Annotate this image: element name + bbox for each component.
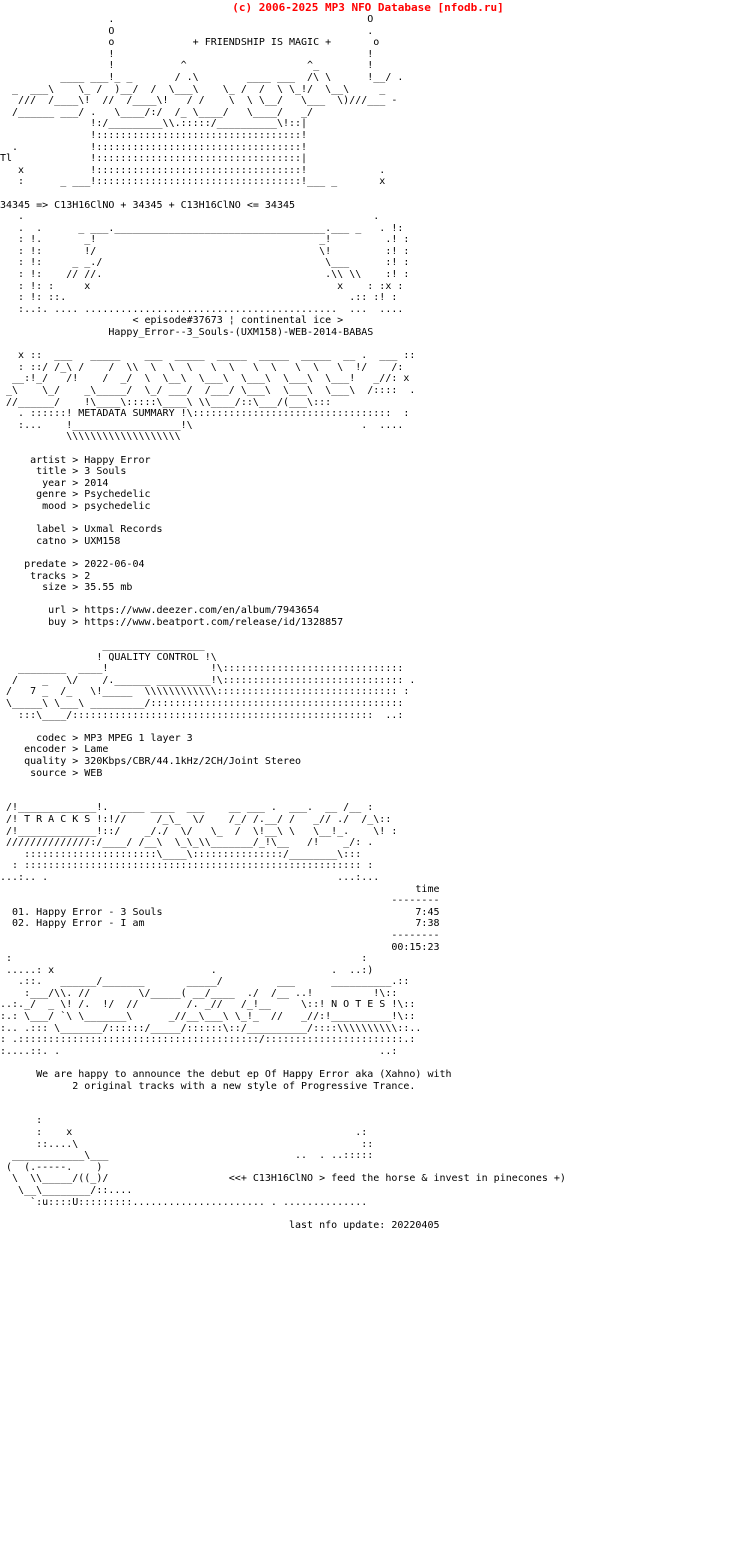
chemical-formula-text: 34345 => C13H16ClNO + 34345 + C13H16ClNO… (0, 199, 296, 211)
track-listing: time -------- 01. Happy Error - 3 Souls … (12, 883, 440, 953)
ascii-metadata-header-art: x :: ___ _____ ___ _____ _____ _____ ___… (6, 350, 416, 443)
spacer-3 (0, 443, 736, 455)
metadata-list: artist > Happy Error title > 3 Souls yea… (24, 454, 344, 628)
episode-line: < episode#37673 ¦ continental ice > (0, 315, 736, 327)
spacer-6 (0, 779, 736, 802)
footer-last-update: last nfo update: 20220405 (288, 1219, 440, 1231)
ascii-footer-art: : : x .: ::....\ :: ____________\___ .. … (6, 1115, 566, 1208)
formula-line (0, 188, 736, 200)
notes-body: We are happy to announce the debut ep Of… (36, 1069, 452, 1092)
site-header: (c) 2006-2025 MP3 NFO Database [nfodb.ru… (232, 1, 504, 14)
ascii-tracks-header-art: /!_____________!. ____ ____ ___ __ ___ .… (0, 802, 398, 883)
spacer-2 (0, 339, 736, 351)
release-name-text: Happy_Error--3_Souls-(UXM158)-WEB-2014-B… (0, 327, 374, 339)
nfo-page: (c) 2006-2025 MP3 NFO Database [nfodb.ru… (0, 0, 736, 1560)
spacer-8 (0, 1092, 736, 1115)
release-name: Happy_Error--3_Souls-(UXM158)-WEB-2014-B… (0, 327, 736, 339)
ascii-frame-art: . . . . _ ___.__________________________… (18, 211, 410, 315)
ascii-notes-header-art: : : .....: x . . ..:) .::. ______/______… (0, 953, 422, 1057)
spacer-5 (0, 721, 736, 733)
ascii-top-banner: . O O . o + FRIENDSHIP IS MAGIC + o ! ! … (0, 14, 404, 188)
episode-text: < episode#37673 ¦ continental ice > (0, 315, 344, 327)
quality-list: codec > MP3 MPEG 1 layer 3 encoder > Lam… (24, 732, 302, 779)
spacer-4 (0, 628, 736, 640)
ascii-quality-header-art: _________________ ! QUALITY CONTROL !\ _… (6, 640, 416, 721)
